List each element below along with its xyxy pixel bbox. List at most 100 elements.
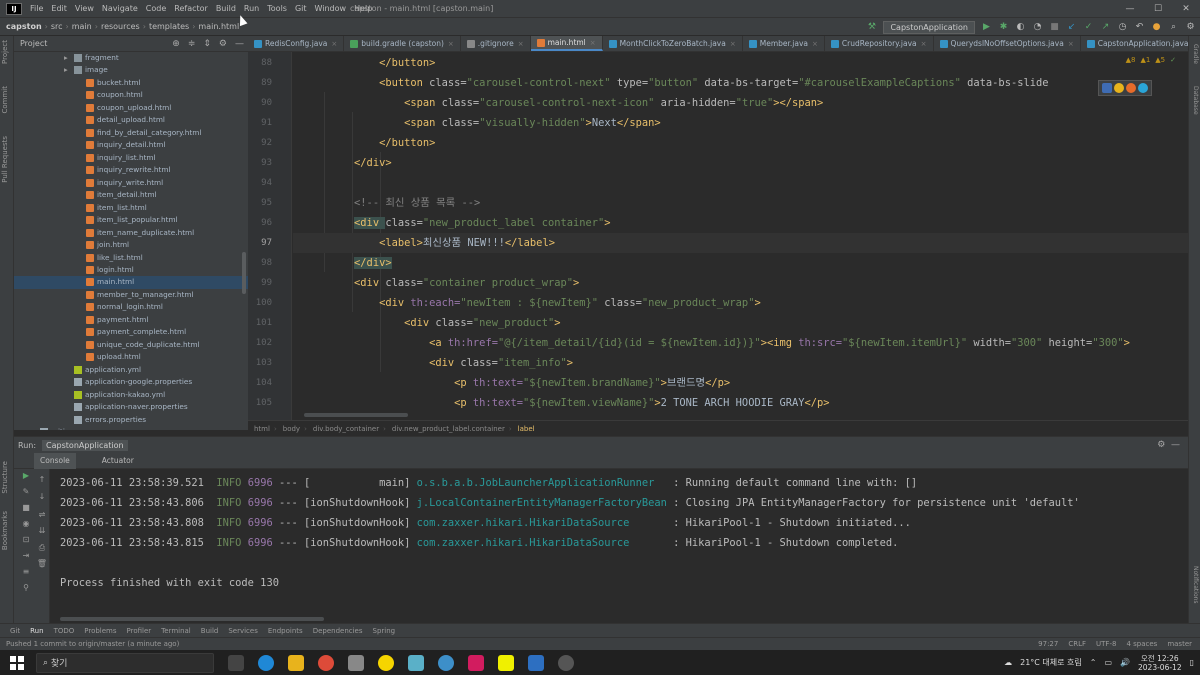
gear-icon[interactable]: ⚙ bbox=[219, 39, 227, 49]
project-view-selector[interactable]: Project bbox=[20, 39, 47, 48]
tree-item[interactable]: application-naver.properties bbox=[14, 401, 248, 413]
tool-window-problems[interactable]: Problems bbox=[84, 627, 116, 635]
tree-item[interactable]: ▸ fragment bbox=[14, 52, 248, 64]
tree-item[interactable]: application.yml bbox=[14, 364, 248, 376]
edge-icon[interactable] bbox=[1138, 83, 1148, 93]
tab-main-html[interactable]: main.html × bbox=[530, 36, 603, 51]
menu-window[interactable]: Window bbox=[315, 4, 347, 13]
tree-item[interactable]: application-google.properties bbox=[14, 376, 248, 388]
media-icon[interactable] bbox=[558, 654, 574, 671]
layout-icon[interactable]: ≡ bbox=[20, 567, 32, 577]
tool-window-todo[interactable]: TODO bbox=[54, 627, 75, 635]
notes-icon[interactable] bbox=[498, 654, 514, 671]
editor-horizontal-scrollbar[interactable] bbox=[304, 413, 408, 417]
side-tab-notifications[interactable]: Notifications bbox=[1192, 566, 1199, 604]
tree-item[interactable]: inquiry_detail.html bbox=[14, 139, 248, 151]
tool-window-dependencies[interactable]: Dependencies bbox=[313, 627, 363, 635]
stop-icon[interactable]: ■ bbox=[1049, 22, 1060, 33]
tree-item[interactable]: application-kakao.yml bbox=[14, 389, 248, 401]
code-line[interactable]: <button class="carousel-control-next" ty… bbox=[304, 73, 1048, 93]
run-subtab-actuator[interactable]: Actuator bbox=[96, 453, 140, 469]
settings-taskbar-icon[interactable] bbox=[348, 654, 364, 671]
clock[interactable]: 오전 12:26 2023-06-12 bbox=[1138, 654, 1182, 672]
close-tab-icon[interactable]: × bbox=[1068, 40, 1074, 48]
profile-icon[interactable]: ◔ bbox=[1032, 22, 1043, 33]
tree-item[interactable]: inquiry_rewrite.html bbox=[14, 164, 248, 176]
app-icon[interactable] bbox=[438, 654, 454, 671]
line-separator[interactable]: CRLF bbox=[1068, 640, 1086, 648]
code-line[interactable]: <label>최신상품 NEW!!!</label> bbox=[304, 233, 555, 253]
menu-refactor[interactable]: Refactor bbox=[174, 4, 208, 13]
side-tab-commit[interactable]: Commit bbox=[1, 86, 9, 114]
code-line[interactable]: <span class="visually-hidden">Next</span… bbox=[304, 113, 661, 133]
run-config-tab[interactable]: CapstonApplication bbox=[42, 439, 128, 451]
tree-item[interactable]: errors.properties bbox=[14, 414, 248, 426]
tree-item[interactable]: inquiry_write.html bbox=[14, 177, 248, 189]
debug-icon[interactable]: ✱ bbox=[998, 22, 1009, 33]
close-tab-icon[interactable]: × bbox=[331, 40, 337, 48]
indent-setting[interactable]: 4 spaces bbox=[1126, 640, 1157, 648]
inspection-widget[interactable]: ▲8 ▲1 ▲5 ✓ bbox=[1126, 56, 1176, 64]
side-tab-pull-requests[interactable]: Pull Requests bbox=[1, 136, 9, 183]
tool-window-terminal[interactable]: Terminal bbox=[161, 627, 191, 635]
breadcrumb-item[interactable]: div.body_container bbox=[313, 425, 379, 433]
code-line[interactable]: <div th:each="newItem : ${newItem}" clas… bbox=[304, 293, 761, 313]
breadcrumb-item[interactable]: div.new_product_label.container bbox=[392, 425, 505, 433]
expand-arrow-icon[interactable]: ▸ bbox=[64, 52, 68, 64]
console-horizontal-scrollbar[interactable] bbox=[60, 617, 324, 621]
tab-monthclicktozerobatch-java[interactable]: MonthClickToZeroBatch.java × bbox=[603, 36, 743, 51]
log-logger[interactable]: o.s.b.a.b.JobLauncherApplicationRunner bbox=[417, 477, 673, 489]
coverage-icon[interactable]: ◐ bbox=[1015, 22, 1026, 33]
tree-item[interactable]: item_detail.html bbox=[14, 189, 248, 201]
tool-window-endpoints[interactable]: Endpoints bbox=[268, 627, 303, 635]
exit-icon[interactable]: ⇥ bbox=[20, 551, 32, 561]
log-logger[interactable]: com.zaxxer.hikari.HikariDataSource bbox=[417, 517, 673, 529]
code-line[interactable]: <div class="new_product"> bbox=[304, 313, 560, 333]
nav-crumb[interactable]: templates bbox=[149, 22, 189, 31]
tree-item[interactable]: item_list.html bbox=[14, 202, 248, 214]
tab-build-gradle-capston-[interactable]: build.gradle (capston) × bbox=[344, 36, 461, 51]
weather-text[interactable]: 21°C 대체로 흐림 bbox=[1020, 657, 1082, 668]
tree-item[interactable]: payment.html bbox=[14, 314, 248, 326]
git-push-icon[interactable]: ↗ bbox=[1100, 22, 1111, 33]
network-icon[interactable]: ▭ bbox=[1104, 658, 1112, 667]
nav-crumb[interactable]: main.html bbox=[198, 22, 239, 31]
volume-icon[interactable]: 🔊 bbox=[1120, 658, 1130, 667]
close-tab-icon[interactable]: × bbox=[590, 39, 596, 47]
tool-window-services[interactable]: Services bbox=[228, 627, 258, 635]
log-logger[interactable]: j.LocalContainerEntityManagerFactoryBean bbox=[417, 497, 673, 509]
side-tab-database[interactable]: Database bbox=[1192, 86, 1199, 115]
stop-icon[interactable]: ■ bbox=[20, 503, 32, 513]
code-line[interactable]: </button> bbox=[304, 133, 435, 153]
tab-crudrepository-java[interactable]: CrudRepository.java × bbox=[825, 36, 934, 51]
tree-item[interactable]: item_name_duplicate.html bbox=[14, 227, 248, 239]
tree-item[interactable]: like_list.html bbox=[14, 252, 248, 264]
tree-item[interactable]: main.html bbox=[14, 276, 248, 289]
intellij-browser-icon[interactable] bbox=[1102, 83, 1112, 93]
history-icon[interactable]: ◷ bbox=[1117, 22, 1128, 33]
tab-redisconfig-java[interactable]: RedisConfig.java × bbox=[248, 36, 345, 51]
nav-crumb[interactable]: src bbox=[51, 22, 63, 31]
down-icon[interactable]: ↓ bbox=[36, 492, 48, 502]
nav-crumb[interactable]: capston bbox=[6, 22, 42, 31]
run-config-selector[interactable]: CapstonApplication bbox=[883, 20, 975, 34]
close-button[interactable]: ✕ bbox=[1172, 0, 1200, 18]
tree-item[interactable]: login.html bbox=[14, 264, 248, 276]
up-icon[interactable]: ↑ bbox=[36, 475, 48, 485]
console-output[interactable]: 2023-06-11 23:58:39.521 INFO 6996 --- [ … bbox=[50, 469, 1188, 623]
tree-item[interactable]: find_by_detail_category.html bbox=[14, 127, 248, 139]
code-editor[interactable]: 88 89 90 91 92 93 94 95 96 97 98 99 100 101 102 103 104 1… bbox=[248, 52, 1188, 420]
locate-icon[interactable]: ⊕ bbox=[172, 39, 180, 49]
code-line[interactable]: <a th:href="@{/item_detail/{id}(id = ${n… bbox=[304, 333, 1130, 353]
breadcrumb-item[interactable]: label bbox=[518, 425, 535, 433]
tab-capstonapplication-java[interactable]: CapstonApplication.java× bbox=[1081, 36, 1188, 51]
git-branch[interactable]: master bbox=[1167, 640, 1192, 648]
menu-tools[interactable]: Tools bbox=[267, 4, 287, 13]
close-tab-icon[interactable]: × bbox=[448, 40, 454, 48]
code-line[interactable]: </button> bbox=[304, 53, 435, 73]
chrome-icon[interactable] bbox=[1114, 83, 1124, 93]
intellij-taskbar-icon[interactable] bbox=[468, 654, 484, 671]
tab-querydslnooffsetoptions-java[interactable]: QuerydslNoOffsetOptions.java × bbox=[934, 36, 1081, 51]
tree-item[interactable]: payment_complete.html bbox=[14, 326, 248, 338]
status-message[interactable]: Pushed 1 commit to origin/master (a minu… bbox=[6, 640, 179, 648]
